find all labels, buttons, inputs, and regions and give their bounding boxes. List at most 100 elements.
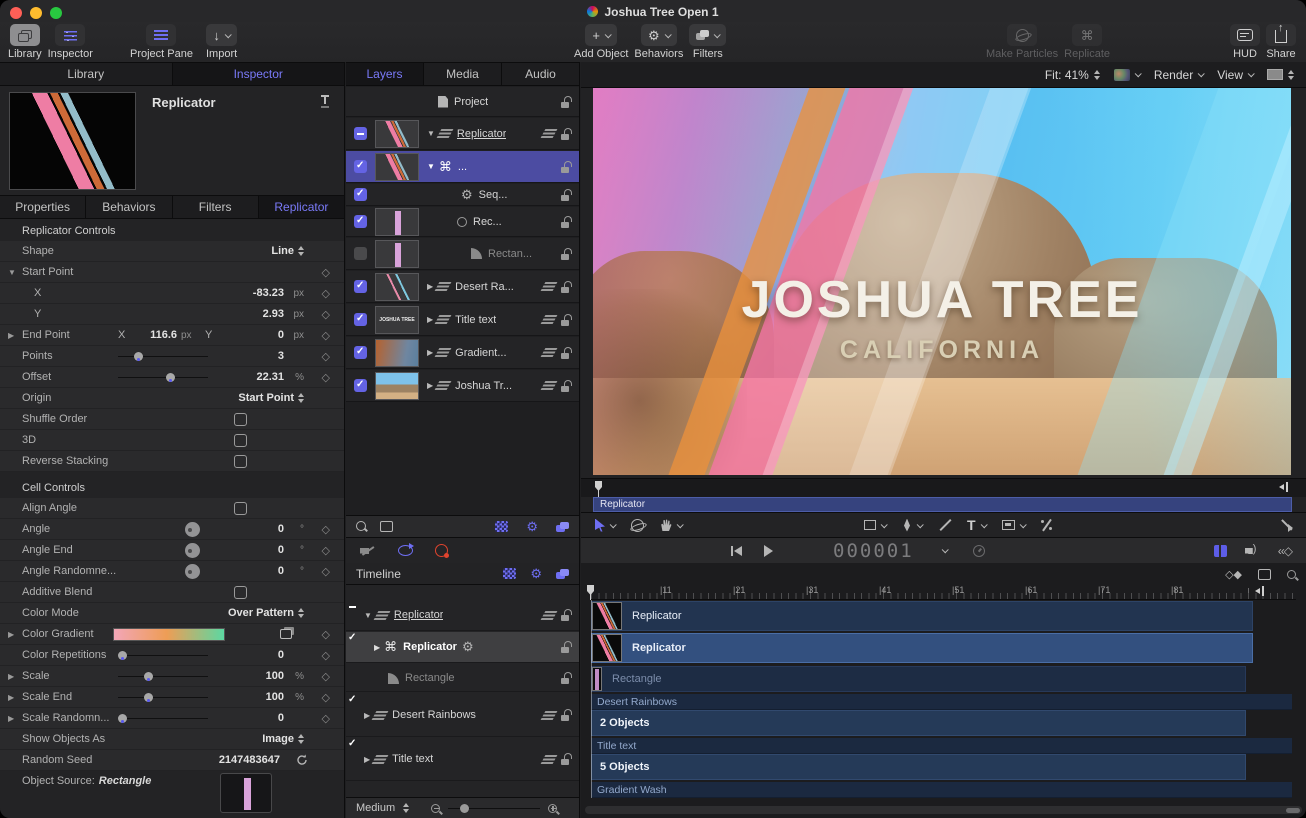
keyframe-diamond-icon[interactable]: ◇: [322, 628, 330, 641]
disclosure-closed-icon[interactable]: ▶: [8, 331, 14, 340]
show-objects-as-row[interactable]: Show Objects As Image: [0, 729, 344, 750]
disclosure-open-icon[interactable]: ▼: [427, 162, 435, 171]
lock-icon[interactable]: [561, 709, 572, 721]
layer-row-title-text[interactable]: JOSHUA TREE ▶ Title text: [346, 304, 579, 336]
reverse-stacking-checkbox[interactable]: [234, 454, 247, 468]
share-button[interactable]: Share: [1266, 22, 1296, 60]
additive-blend-row[interactable]: Additive Blend: [0, 582, 344, 603]
keyframe-diamond-icon[interactable]: ◇: [322, 287, 330, 300]
timeline-ruler[interactable]: |11 |21 |31 |41 |51 |61 |71 |81: [587, 585, 1296, 600]
behaviors-button[interactable]: ⚙ Behaviors: [634, 24, 683, 60]
layer-row-replicator-selected[interactable]: ▼ ⌘ ...: [346, 151, 579, 183]
timeline-row-replicator-group[interactable]: ▼ Replicator: [346, 600, 579, 631]
timecode-field[interactable]: 000001: [833, 540, 914, 562]
keyframe-diamond-icon[interactable]: ◇: [322, 350, 330, 363]
track-rectangle[interactable]: Rectangle: [591, 666, 1246, 692]
scale-end-slider[interactable]: [118, 692, 208, 702]
paint-stroke-tool[interactable]: [938, 519, 951, 532]
track-title-objects[interactable]: 5 Objects: [591, 754, 1246, 780]
color-mode-popup[interactable]: Over Pattern: [228, 607, 304, 619]
text-tool[interactable]: T: [967, 517, 988, 533]
disclosure-closed-icon[interactable]: ▶: [8, 630, 14, 639]
angle-randomness-row[interactable]: Angle Randomne... 0 ° ◇: [0, 561, 344, 582]
disclosure-open-icon[interactable]: ▼: [8, 268, 16, 277]
angle-end-dial[interactable]: [185, 542, 200, 558]
pin-icon[interactable]: [320, 95, 330, 109]
disclosure-closed-icon[interactable]: ▶: [374, 643, 380, 652]
align-angle-checkbox[interactable]: [234, 501, 247, 515]
zoom-in-icon[interactable]: [548, 803, 558, 813]
scale-randomness-row[interactable]: ▶ Scale Randomn... 0 ◇: [0, 708, 344, 729]
timeline-row-desert-rainbows[interactable]: ▶ Desert Rainbows: [346, 694, 579, 737]
keyframe-pair-icon[interactable]: ◇◆: [1225, 568, 1242, 581]
random-seed-row[interactable]: Random Seed 2147483647: [0, 750, 344, 771]
pan-tool[interactable]: [660, 519, 684, 531]
scale-value-field[interactable]: 100: [266, 670, 284, 682]
visibility-checkbox[interactable]: [354, 280, 367, 293]
track-header-desert-rainbows[interactable]: Desert Rainbows: [591, 694, 1292, 710]
render-popup[interactable]: Render: [1154, 68, 1205, 82]
shape-row[interactable]: Shape Line: [0, 241, 344, 262]
angle-randomness-dial[interactable]: [185, 563, 200, 579]
show-video-timeline-icon[interactable]: [1213, 544, 1227, 557]
layer-row-desert-rainbows[interactable]: ▶ Desert Ra...: [346, 271, 579, 303]
end-point-row[interactable]: ▶ End Point X 116.6 px Y 0 px ◇: [0, 325, 344, 346]
tab-replicator[interactable]: Replicator: [258, 196, 344, 218]
disclosure-closed-icon[interactable]: ▶: [8, 672, 14, 681]
timeline-zoom-popup[interactable]: Medium: [356, 802, 395, 814]
timeline-zoom-slider[interactable]: [448, 803, 541, 813]
tab-inspector[interactable]: Inspector: [172, 63, 344, 85]
tab-audio[interactable]: Audio: [502, 63, 579, 85]
layer-row-gradient[interactable]: ▶ Gradient...: [346, 337, 579, 369]
zoom-timeline-icon[interactable]: [1287, 569, 1296, 579]
angle-dial[interactable]: [185, 521, 200, 537]
tab-filters[interactable]: Filters: [172, 196, 259, 218]
offset-value-field[interactable]: 22.31: [256, 371, 284, 383]
offset-slider[interactable]: [118, 372, 208, 382]
record-icon[interactable]: [435, 544, 449, 558]
visibility-checkbox[interactable]: [354, 313, 367, 326]
make-particles-button[interactable]: Make Particles: [986, 24, 1058, 60]
tab-library[interactable]: Library: [0, 63, 173, 85]
layout-popup[interactable]: [1267, 69, 1294, 80]
adjust-item-tool[interactable]: [1040, 519, 1053, 531]
lock-icon[interactable]: [561, 346, 572, 359]
inspector-toolbar-button[interactable]: Inspector: [48, 24, 93, 60]
lock-icon[interactable]: [561, 609, 572, 621]
gradient-preset-icon[interactable]: [280, 629, 292, 639]
tab-behaviors[interactable]: Behaviors: [86, 196, 173, 218]
replicators-filter-icon[interactable]: [503, 568, 517, 579]
disclosure-closed-icon[interactable]: ▶: [427, 381, 433, 390]
canvas-viewport[interactable]: JOSHUA TREE CALIFORNIA: [593, 88, 1291, 475]
y-value-field[interactable]: 2.93: [263, 308, 284, 320]
lock-icon[interactable]: [561, 127, 572, 140]
visibility-checkbox[interactable]: [354, 160, 367, 173]
scale-randomness-slider[interactable]: [118, 713, 208, 723]
visibility-checkbox[interactable]: [354, 379, 367, 392]
scale-randomness-field[interactable]: 0: [278, 712, 284, 724]
track-replicator-selected[interactable]: Replicator: [591, 633, 1253, 663]
go-to-start-button[interactable]: [731, 545, 742, 556]
end-x-field[interactable]: 116.6: [135, 329, 177, 341]
timeline-row-rectangle[interactable]: Rectangle: [346, 665, 579, 692]
start-point-row[interactable]: ▼ Start Point ◇: [0, 262, 344, 283]
scale-end-value-field[interactable]: 100: [266, 691, 284, 703]
lock-icon[interactable]: [561, 313, 572, 326]
visibility-checkbox[interactable]: [354, 215, 367, 228]
end-y-field[interactable]: 0: [278, 329, 284, 341]
expand-canvas-icon[interactable]: [1279, 519, 1293, 532]
lock-icon[interactable]: [561, 188, 572, 201]
shape-popup[interactable]: Line: [271, 245, 304, 257]
generate-seed-icon[interactable]: [296, 754, 308, 766]
start-point-x-row[interactable]: X -83.23 px ◇: [0, 283, 344, 304]
track-desert-objects[interactable]: 2 Objects: [591, 710, 1246, 736]
lock-icon[interactable]: [561, 379, 572, 392]
reverse-stacking-row[interactable]: Reverse Stacking: [0, 451, 344, 472]
keyframe-diamond-icon[interactable]: ◇: [322, 565, 330, 578]
visibility-checkbox[interactable]: [354, 346, 367, 359]
keyframe-diamond-icon[interactable]: ◇: [322, 544, 330, 557]
origin-popup[interactable]: Start Point: [238, 392, 304, 404]
angle-end-value-field[interactable]: 0: [278, 544, 284, 556]
end-marker-icon[interactable]: [1279, 482, 1288, 492]
layer-row-joshua-tree[interactable]: ▶ Joshua Tr...: [346, 370, 579, 402]
